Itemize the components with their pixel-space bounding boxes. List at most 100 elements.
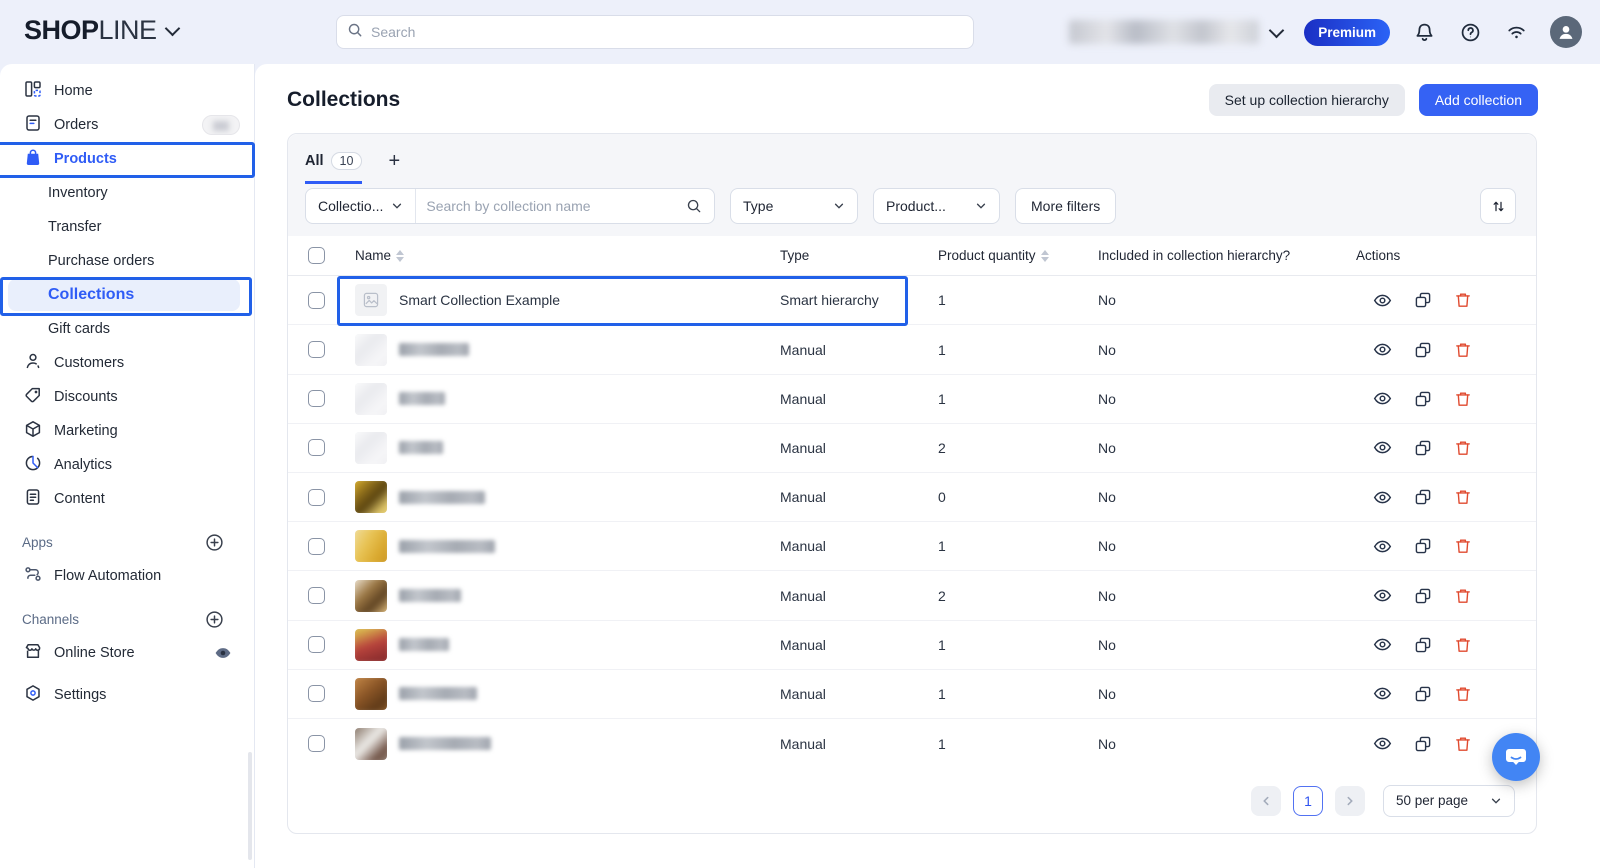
sidebar-item-settings[interactable]: Settings (0, 678, 254, 712)
table-row[interactable]: Manual 1 No (288, 375, 1536, 424)
row-checkbox[interactable] (308, 439, 325, 456)
table-row[interactable]: Manual 2 No (288, 571, 1536, 620)
duplicate-action-icon[interactable] (1414, 341, 1432, 359)
row-checkbox[interactable] (308, 636, 325, 653)
sidebar-item-analytics[interactable]: Analytics (0, 448, 254, 482)
delete-action-icon[interactable] (1454, 735, 1472, 753)
tab-all[interactable]: All 10 (305, 152, 362, 184)
delete-action-icon[interactable] (1454, 685, 1472, 703)
row-checkbox[interactable] (308, 292, 325, 309)
row-checkbox[interactable] (308, 735, 325, 752)
sidebar-scrollbar[interactable] (248, 752, 252, 860)
duplicate-action-icon[interactable] (1414, 587, 1432, 605)
sidebar-item-marketing[interactable]: Marketing (0, 414, 254, 448)
view-action-icon[interactable] (1373, 734, 1392, 753)
column-header-quantity[interactable]: Product quantity (938, 248, 1098, 263)
view-action-icon[interactable] (1373, 291, 1392, 310)
network-wifi-icon[interactable] (1504, 20, 1528, 44)
sidebar-item-content[interactable]: Content (0, 482, 254, 516)
store-switcher[interactable] (1069, 20, 1282, 44)
select-all-checkbox[interactable] (308, 247, 325, 264)
type-filter-dropdown[interactable]: Type (730, 188, 858, 224)
view-action-icon[interactable] (1373, 684, 1392, 703)
sidebar-item-online-store[interactable]: Online Store (0, 636, 254, 670)
add-channel-icon[interactable] (205, 610, 224, 629)
help-icon[interactable] (1458, 20, 1482, 44)
duplicate-action-icon[interactable] (1414, 636, 1432, 654)
delete-action-icon[interactable] (1454, 488, 1472, 506)
collection-field-dropdown[interactable]: Collectio... (306, 198, 415, 214)
add-collection-button[interactable]: Add collection (1419, 84, 1538, 116)
table-row[interactable]: Smart Collection Example Smart hierarchy… (288, 276, 1536, 325)
view-action-icon[interactable] (1373, 340, 1392, 359)
duplicate-action-icon[interactable] (1414, 735, 1432, 753)
view-action-icon[interactable] (1373, 389, 1392, 408)
collection-thumbnail (355, 334, 387, 366)
delete-action-icon[interactable] (1454, 537, 1472, 555)
user-avatar[interactable] (1550, 16, 1582, 48)
delete-action-icon[interactable] (1454, 636, 1472, 654)
table-row[interactable]: Manual 1 No (288, 522, 1536, 571)
next-page-button[interactable] (1335, 786, 1365, 816)
sidebar-item-inventory[interactable]: Inventory (0, 176, 254, 210)
row-checkbox[interactable] (308, 390, 325, 407)
duplicate-action-icon[interactable] (1414, 537, 1432, 555)
store-visibility-eye-icon[interactable] (214, 644, 232, 662)
table-row[interactable]: Manual 1 No (288, 325, 1536, 374)
duplicate-action-icon[interactable] (1414, 439, 1432, 457)
duplicate-action-icon[interactable] (1414, 390, 1432, 408)
duplicate-action-icon[interactable] (1414, 685, 1432, 703)
delete-action-icon[interactable] (1454, 390, 1472, 408)
sidebar-item-flow-automation[interactable]: Flow Automation (0, 559, 254, 593)
more-filters-button[interactable]: More filters (1015, 188, 1116, 224)
sort-button[interactable] (1480, 188, 1516, 224)
sidebar-item-collections[interactable]: Collections (8, 279, 240, 311)
sidebar-item-gift-cards[interactable]: Gift cards (0, 312, 254, 346)
view-action-icon[interactable] (1373, 438, 1392, 457)
row-checkbox[interactable] (308, 489, 325, 506)
delete-action-icon[interactable] (1454, 341, 1472, 359)
row-checkbox[interactable] (308, 341, 325, 358)
column-header-name[interactable]: Name (355, 248, 780, 263)
shopline-logo[interactable]: SHOPLINE (24, 15, 178, 46)
settings-gear-icon (24, 684, 42, 706)
duplicate-action-icon[interactable] (1414, 488, 1432, 506)
global-search-input[interactable] (371, 24, 963, 40)
delete-action-icon[interactable] (1454, 291, 1472, 309)
page-size-dropdown[interactable]: 50 per page (1383, 785, 1515, 817)
row-included: No (1098, 538, 1356, 554)
prev-page-button[interactable] (1251, 786, 1281, 816)
add-tab-button[interactable]: + (388, 151, 400, 184)
sidebar-item-discounts[interactable]: Discounts (0, 380, 254, 414)
product-filter-dropdown[interactable]: Product... (873, 188, 1000, 224)
row-type: Manual (780, 736, 938, 752)
sidebar-item-products[interactable]: Products (0, 142, 254, 176)
delete-action-icon[interactable] (1454, 587, 1472, 605)
duplicate-action-icon[interactable] (1414, 291, 1432, 309)
table-row[interactable]: Manual 1 No (288, 719, 1536, 768)
view-action-icon[interactable] (1373, 488, 1392, 507)
table-row[interactable]: Manual 2 No (288, 424, 1536, 473)
delete-action-icon[interactable] (1454, 439, 1472, 457)
sidebar-item-purchase-orders[interactable]: Purchase orders (0, 244, 254, 278)
row-checkbox[interactable] (308, 685, 325, 702)
sidebar-item-transfer[interactable]: Transfer (0, 210, 254, 244)
chat-launcher-button[interactable] (1492, 733, 1540, 781)
sidebar-item-orders[interactable]: Orders (0, 108, 254, 142)
table-row[interactable]: Manual 1 No (288, 670, 1536, 719)
view-action-icon[interactable] (1373, 635, 1392, 654)
view-action-icon[interactable] (1373, 586, 1392, 605)
view-action-icon[interactable] (1373, 537, 1392, 556)
row-checkbox[interactable] (308, 538, 325, 555)
table-row[interactable]: Manual 0 No (288, 473, 1536, 522)
add-app-icon[interactable] (205, 533, 224, 552)
page-number-button[interactable]: 1 (1293, 786, 1323, 816)
setup-collection-hierarchy-button[interactable]: Set up collection hierarchy (1209, 84, 1405, 116)
notifications-bell-icon[interactable] (1412, 20, 1436, 44)
global-search[interactable] (336, 15, 974, 49)
sidebar-item-home[interactable]: Home (0, 74, 254, 108)
table-row[interactable]: Manual 1 No (288, 621, 1536, 670)
sidebar-item-customers[interactable]: Customers (0, 346, 254, 380)
row-checkbox[interactable] (308, 587, 325, 604)
collection-search-input[interactable] (416, 198, 686, 214)
